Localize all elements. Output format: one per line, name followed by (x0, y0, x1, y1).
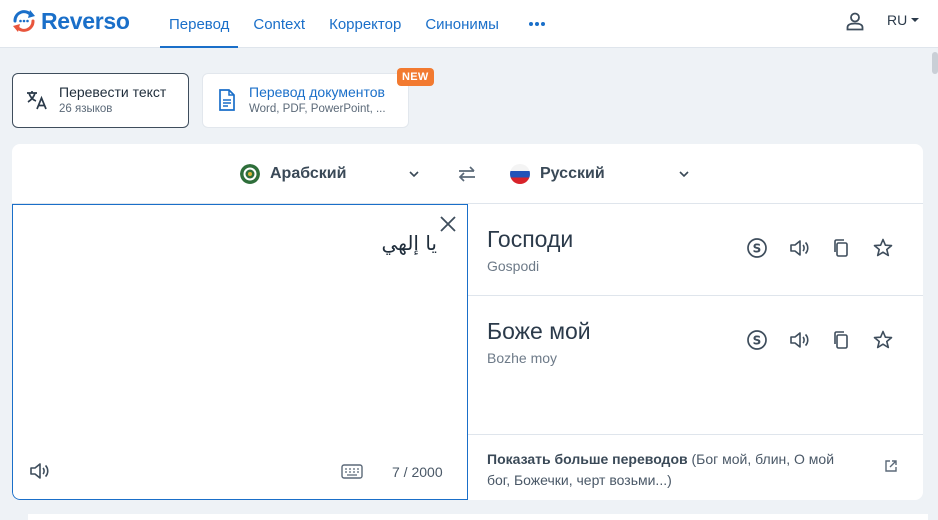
source-language-select[interactable]: Арабский (240, 162, 420, 186)
result-actions: S (746, 237, 914, 259)
nav-grammar-checker[interactable]: Корректор (320, 0, 410, 48)
translate-text-subtitle: 26 языков (59, 103, 113, 115)
translate-documents-subtitle: Word, PDF, PowerPoint, ... (249, 103, 386, 115)
translation-result: Господи Gospodi S (468, 204, 923, 296)
star-icon[interactable] (872, 329, 894, 351)
new-badge: NEW (397, 68, 434, 86)
reverso-logo-icon (13, 10, 35, 32)
ui-language-switch[interactable]: RU (887, 12, 920, 28)
keyboard-icon[interactable] (341, 464, 363, 479)
russian-flag-icon (510, 164, 530, 184)
speaker-icon[interactable] (28, 461, 50, 481)
translator-panel: Арабский Русский يا إلهي 7 / 2000 Господ… (12, 144, 923, 500)
ui-language-label: RU (887, 12, 908, 28)
result-transliteration: Bozhe moy (487, 350, 558, 366)
clear-text-icon[interactable] (438, 214, 458, 234)
logo-text: Reverso (41, 7, 130, 34)
speaker-icon[interactable] (788, 329, 810, 351)
source-text-area[interactable]: يا إلهي 7 / 2000 (12, 204, 468, 500)
page-scrollbar[interactable] (932, 52, 938, 74)
top-header: Reverso Перевод Context Корректор Синони… (0, 0, 938, 48)
reverso-logo[interactable]: Reverso (11, 6, 130, 36)
star-icon[interactable] (872, 237, 894, 259)
nav-context[interactable]: Context (244, 0, 314, 48)
speaker-icon[interactable] (788, 237, 810, 259)
result-actions: S (746, 329, 914, 351)
character-counter: 7 / 2000 (392, 464, 443, 480)
nav-synonyms[interactable]: Синонимы (416, 0, 508, 48)
target-language-name: Русский (540, 165, 605, 182)
copy-icon[interactable] (830, 329, 852, 351)
translate-icon (27, 91, 47, 110)
arabic-flag-icon (240, 164, 260, 184)
translation-results: Господи Gospodi S Боже мой Bozhe moy S П… (468, 204, 923, 500)
synonyms-icon[interactable]: S (746, 329, 768, 351)
chevron-down-icon (679, 171, 689, 178)
copy-icon[interactable] (830, 237, 852, 259)
caret-down-icon (911, 18, 920, 22)
translate-text-card[interactable]: Перевести текст 26 языков (12, 73, 189, 128)
result-word[interactable]: Господи (487, 226, 573, 253)
result-transliteration: Gospodi (487, 258, 540, 274)
document-icon (219, 89, 235, 111)
swap-languages-icon[interactable] (456, 163, 478, 185)
more-dots-icon (528, 22, 545, 26)
language-bar: Арабский Русский (12, 144, 923, 204)
svg-text:S: S (753, 242, 762, 256)
nav-more-button[interactable] (514, 0, 560, 48)
external-link-icon[interactable] (884, 459, 898, 473)
source-text[interactable]: يا إلهي (381, 231, 437, 255)
translate-text-title: Перевести текст (59, 84, 167, 100)
svg-text:S: S (753, 334, 762, 348)
result-word[interactable]: Боже мой (487, 318, 591, 345)
target-language-select[interactable]: Русский (510, 162, 690, 186)
synonyms-icon[interactable]: S (746, 237, 768, 259)
chevron-down-icon (409, 171, 419, 178)
translate-documents-card[interactable]: Перевод документов Word, PDF, PowerPoint… (202, 73, 409, 128)
more-translations[interactable]: Показать больше переводов (Бог мой, блин… (468, 434, 923, 500)
next-section-edge (28, 514, 928, 520)
translate-documents-title: Перевод документов (249, 84, 385, 100)
more-translations-label: Показать больше переводов (487, 451, 688, 467)
translation-result: Боже мой Bozhe moy S (468, 296, 923, 388)
more-translations-text[interactable]: Показать больше переводов (Бог мой, блин… (487, 449, 857, 491)
nav-translation[interactable]: Перевод (160, 0, 239, 48)
source-language-name: Арабский (270, 165, 347, 182)
user-icon[interactable] (845, 11, 865, 31)
main-nav: Перевод Context Корректор Синонимы (160, 0, 560, 48)
